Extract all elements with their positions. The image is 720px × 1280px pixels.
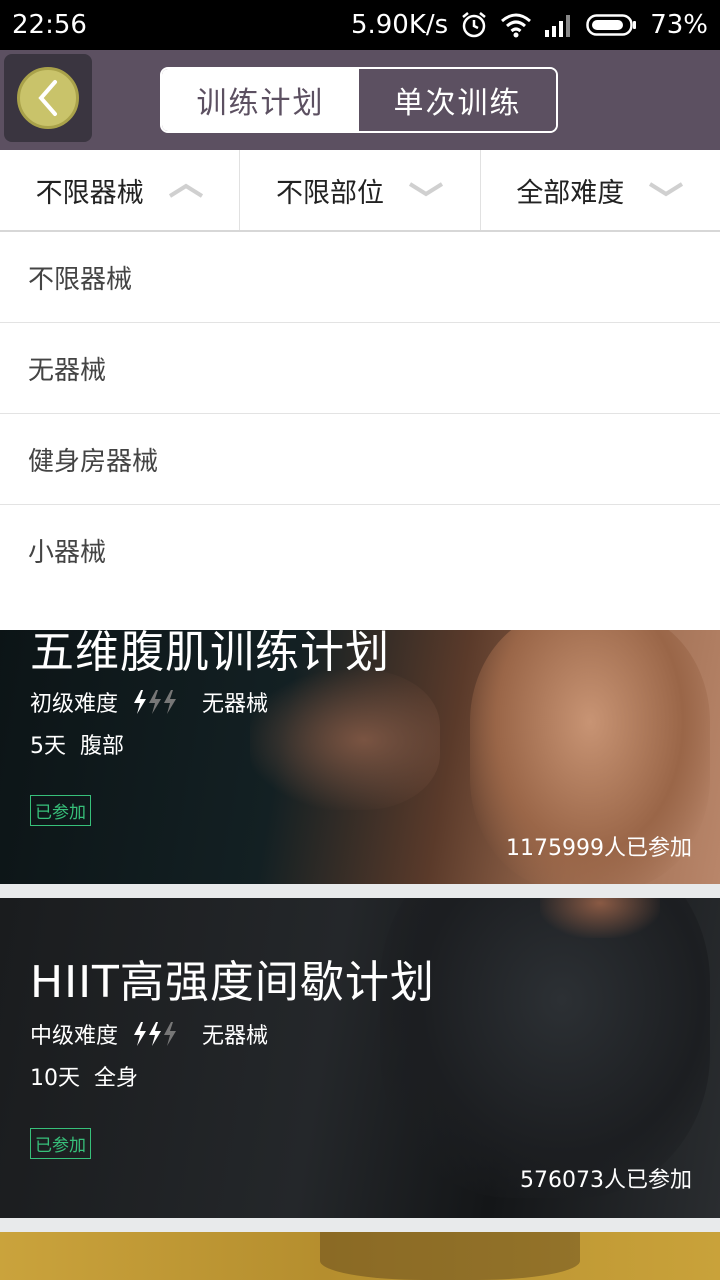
- participant-count: 576073人已参加: [520, 1168, 692, 1193]
- tab-training-plan[interactable]: 训练计划: [162, 69, 359, 131]
- card-meta-duration: 10天 全身: [30, 1060, 138, 1092]
- plan-type-toggle: 训练计划 单次训练: [160, 67, 558, 133]
- card-meta-duration: 5天 腹部: [30, 728, 124, 760]
- card-divider: [0, 884, 720, 898]
- alarm-icon: [460, 11, 488, 39]
- chevron-down-icon: [408, 180, 444, 200]
- dropdown-option[interactable]: 健身房器械: [0, 414, 720, 505]
- battery-icon: [586, 13, 638, 37]
- wifi-icon: [500, 12, 532, 38]
- dropdown-option[interactable]: 无器械: [0, 323, 720, 414]
- card-meta-difficulty: 初级难度 无器械: [30, 686, 268, 718]
- card-divider: [0, 1218, 720, 1232]
- equipment-label: 无器械: [202, 692, 269, 717]
- signal-icon: [544, 13, 574, 37]
- network-speed: 5.90K/s: [350, 10, 449, 40]
- status-time: 22:56: [12, 10, 87, 40]
- body-part-label: 腹部: [80, 734, 125, 759]
- plan-card[interactable]: HIIT高强度间歇计划 中级难度 无器械 10天 全身 已参加 576073人已…: [0, 898, 720, 1218]
- filter-equipment[interactable]: 不限器械: [0, 150, 241, 230]
- card-title: HIIT高强度间歇计划: [30, 957, 435, 1008]
- battery-percent: 73%: [650, 10, 708, 40]
- filter-difficulty[interactable]: 全部难度: [481, 150, 720, 230]
- dropdown-option[interactable]: 不限器械: [0, 232, 720, 323]
- status-bar: 22:56 5.90K/s 73%: [0, 0, 720, 50]
- joined-badge: 已参加: [30, 1128, 91, 1159]
- filter-body-part[interactable]: 不限部位: [240, 150, 481, 230]
- filter-body-part-label: 不限部位: [275, 177, 384, 209]
- card-image: [320, 1232, 580, 1280]
- difficulty-bolts-icon: [132, 1021, 178, 1047]
- equipment-label: 无器械: [202, 1024, 269, 1049]
- equipment-dropdown: 不限器械 无器械 健身房器械 小器械: [0, 232, 720, 630]
- back-button[interactable]: [4, 54, 92, 142]
- difficulty-label: 中级难度: [30, 1024, 119, 1049]
- chevron-down-icon: [648, 180, 684, 200]
- card-meta-difficulty: 中级难度 无器械: [30, 1018, 268, 1050]
- filter-bar: 不限器械 不限部位 全部难度: [0, 150, 720, 232]
- filter-equipment-label: 不限器械: [35, 177, 144, 209]
- top-nav: 训练计划 单次训练: [0, 50, 720, 150]
- chevron-up-icon: [168, 180, 204, 200]
- joined-badge: 已参加: [30, 795, 91, 826]
- tab-single-training[interactable]: 单次训练: [359, 69, 556, 131]
- difficulty-bolts-icon: [132, 689, 178, 715]
- filter-difficulty-label: 全部难度: [516, 177, 625, 209]
- body-part-label: 全身: [94, 1066, 139, 1091]
- card-image: [380, 898, 710, 1198]
- plan-card[interactable]: [0, 1232, 720, 1280]
- dropdown-option[interactable]: 小器械: [0, 505, 720, 596]
- status-icons: 5.90K/s 73%: [351, 10, 708, 40]
- duration-label: 5天: [30, 734, 66, 759]
- duration-label: 10天: [30, 1066, 80, 1091]
- participant-count: 1175999人已参加: [506, 836, 692, 861]
- back-icon: [17, 67, 79, 129]
- difficulty-label: 初级难度: [30, 692, 119, 717]
